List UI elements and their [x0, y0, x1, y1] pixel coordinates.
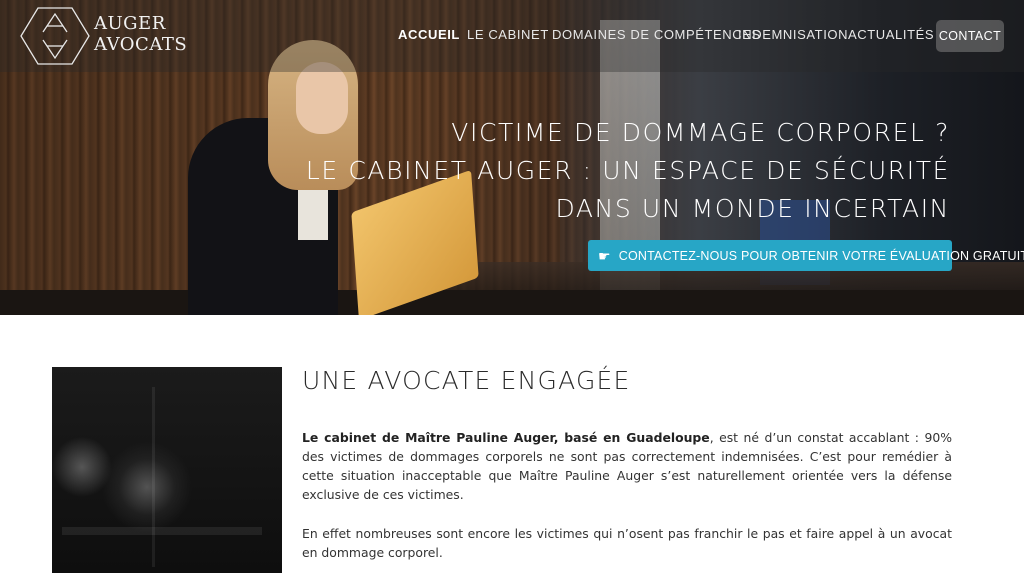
top-navigation: AUGER AVOCATS ACCUEIL LE CABINET DOMAINE… — [0, 0, 1024, 72]
brand-line-1: AUGER — [94, 13, 166, 34]
nav-item-domaines[interactable]: DOMAINES DE COMPÉTENCES — [552, 27, 761, 43]
hero-headline-line-3: DANS UN MONDE INCERTAIN — [555, 194, 950, 223]
photo-detail — [62, 527, 262, 535]
brand-name[interactable]: AUGER AVOCATS — [94, 13, 187, 55]
intro-paragraph-bold: Le cabinet de Maître Pauline Auger, basé… — [302, 430, 710, 445]
nav-item-indemnisation[interactable]: INDEMNISATION — [738, 27, 848, 43]
nav-item-actualites[interactable]: ACTUALITÉS — [848, 27, 934, 43]
nav-item-accueil[interactable]: ACCUEIL — [398, 27, 460, 43]
intro-paragraph: Le cabinet de Maître Pauline Auger, basé… — [302, 428, 952, 504]
cta-evaluation-label: CONTACTEZ-NOUS POUR OBTENIR VOTRE ÉVALUA… — [618, 248, 1024, 263]
hero-headline-line-2: LE CABINET AUGER : UN ESPACE DE SÉCURITÉ — [305, 156, 950, 185]
logo-icon[interactable] — [20, 6, 90, 66]
brand-line-2: AVOCATS — [94, 34, 188, 55]
hero-headline-line-1: VICTIME DE DOMMAGE CORPOREL ? — [451, 118, 950, 147]
contact-button[interactable]: CONTACT — [936, 20, 1004, 52]
nav-item-le-cabinet[interactable]: LE CABINET — [467, 27, 549, 43]
pointing-hand-icon: ☛ — [598, 247, 611, 264]
hero-headline: VICTIME DE DOMMAGE CORPOREL ? LE CABINET… — [306, 114, 950, 228]
lawyer-photo — [52, 367, 282, 573]
hero-floor — [0, 290, 1024, 315]
section-title: UNE AVOCATE ENGAGÉE — [302, 366, 631, 395]
second-paragraph: En effet nombreuses sont encore les vict… — [302, 526, 952, 560]
cta-evaluation-button[interactable]: ☛ CONTACTEZ-NOUS POUR OBTENIR VOTRE ÉVAL… — [588, 240, 1024, 271]
photo-detail — [152, 387, 155, 567]
